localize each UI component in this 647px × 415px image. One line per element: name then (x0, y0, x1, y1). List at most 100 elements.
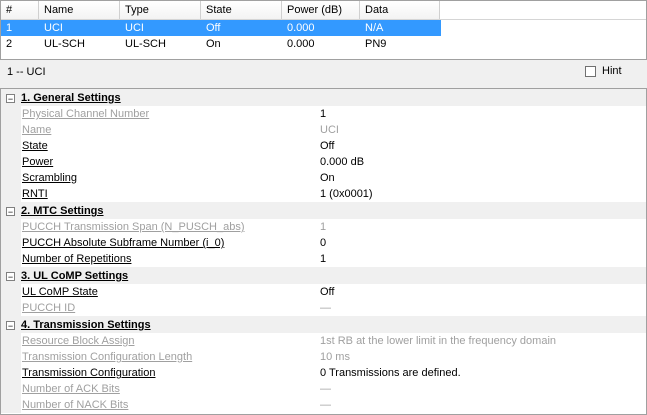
row-gutter (1, 397, 21, 413)
property-row-pucch-absolute-subframe[interactable]: PUCCH Absolute Subframe Number (i_0) 0 (1, 235, 646, 251)
cell-power: 0.000 (287, 22, 315, 34)
row-gutter (1, 381, 21, 397)
property-row-transmission-configuration-length[interactable]: Transmission Configuration Length 10 ms (1, 349, 646, 365)
cell-number: 2 (6, 38, 13, 50)
row-gutter (1, 154, 21, 170)
property-value[interactable]: 1 (0x0001) (300, 186, 646, 202)
property-name: Transmission Configuration (22, 367, 156, 379)
table-header: # Name Type State Power (dB) Data (1, 1, 646, 20)
property-value: — (320, 302, 331, 314)
cell-type: UCI (125, 22, 144, 34)
cell-state: On (206, 38, 221, 50)
row-selection-highlight: 1 UCI UCI Off 0.000 N/A (1, 20, 441, 36)
property-row-number-of-repetitions[interactable]: Number of Repetitions 1 (1, 251, 646, 267)
row-gutter (1, 235, 21, 251)
property-value: — (320, 399, 331, 411)
property-row-name[interactable]: Name UCI (1, 122, 646, 138)
property-value: — (320, 383, 331, 395)
table-row[interactable]: 1 UCI UCI Off 0.000 N/A (1, 20, 646, 36)
category-general-settings[interactable]: − 1. General Settings (1, 89, 646, 106)
row-gutter (1, 349, 21, 365)
row-gutter (1, 170, 21, 186)
property-row-pucch-id[interactable]: PUCCH ID — (1, 300, 646, 316)
row-gutter (1, 300, 21, 316)
property-name: Physical Channel Number (22, 108, 150, 120)
property-row-scrambling[interactable]: Scrambling On (1, 170, 646, 186)
property-name: Resource Block Assign (22, 335, 135, 347)
property-row-state[interactable]: State Off (1, 138, 646, 154)
property-row-ul-comp-state[interactable]: UL CoMP State Off (1, 284, 646, 300)
hint-toggle[interactable]: Hint (585, 65, 622, 77)
row-empty-area (441, 20, 646, 36)
row-gutter (1, 186, 21, 202)
column-header-state[interactable]: State (201, 1, 282, 19)
collapse-icon[interactable]: − (6, 93, 15, 103)
column-header-power[interactable]: Power (dB) (282, 1, 360, 19)
cell-type: UL-SCH (125, 38, 166, 50)
property-value[interactable]: Off (300, 284, 646, 300)
cell-name: UL-SCH (44, 38, 85, 50)
property-name: RNTI (22, 188, 48, 200)
collapse-icon[interactable]: − (6, 206, 15, 216)
property-grid: − 1. General Settings Physical Channel N… (0, 88, 647, 415)
property-name: Number of ACK Bits (22, 383, 120, 395)
property-name: Scrambling (22, 172, 78, 184)
selected-channel-caption: 1 -- UCI (7, 66, 46, 78)
cell-state: Off (206, 22, 221, 34)
property-row-transmission-configuration[interactable]: Transmission Configuration 0 Transmissio… (1, 365, 646, 381)
property-value: UCI (320, 124, 339, 136)
property-name: State (22, 140, 48, 152)
property-name: Transmission Configuration Length (22, 351, 193, 363)
cell-data: N/A (365, 22, 384, 34)
property-value[interactable]: 0 (300, 235, 646, 251)
category-title: 4. Transmission Settings (21, 319, 151, 331)
channel-table: # Name Type State Power (dB) Data 1 UCI … (0, 0, 647, 60)
cell-number: 1 (6, 22, 13, 34)
cell-power: 0.000 (287, 38, 315, 50)
row-gutter (1, 251, 21, 267)
property-name: Number of NACK Bits (22, 399, 129, 411)
category-ul-comp-settings[interactable]: − 3. UL CoMP Settings (1, 267, 646, 284)
category-transmission-settings[interactable]: − 4. Transmission Settings (1, 316, 646, 333)
property-value[interactable]: On (300, 170, 646, 186)
row-gutter (1, 138, 21, 154)
row-gutter (1, 219, 21, 235)
collapse-icon[interactable]: − (6, 271, 15, 281)
column-header-type[interactable]: Type (120, 1, 201, 19)
table-row[interactable]: 2 UL-SCH UL-SCH On 0.000 PN9 (1, 36, 646, 52)
category-title: 2. MTC Settings (21, 205, 104, 217)
property-row-number-of-nack-bits[interactable]: Number of NACK Bits — (1, 397, 646, 413)
property-row-power[interactable]: Power 0.000 dB (1, 154, 646, 170)
row-gutter (1, 333, 21, 349)
cell-data: PN9 (365, 38, 387, 50)
hint-checkbox[interactable] (585, 65, 596, 77)
property-value[interactable]: Off (300, 138, 646, 154)
collapse-icon[interactable]: − (6, 320, 15, 330)
row-gutter (1, 106, 21, 122)
property-name: PUCCH ID (22, 302, 76, 314)
property-row-rnti[interactable]: RNTI 1 (0x0001) (1, 186, 646, 202)
property-row-physical-channel-number[interactable]: Physical Channel Number 1 (1, 106, 646, 122)
property-name: PUCCH Transmission Span (N_PUSCH_abs) (22, 221, 245, 233)
row-gutter (1, 365, 21, 381)
column-header-data[interactable]: Data (360, 1, 440, 19)
property-row-resource-block-assign[interactable]: Resource Block Assign 1st RB at the lowe… (1, 333, 646, 349)
property-value[interactable]: 1 (300, 106, 646, 122)
category-mtc-settings[interactable]: − 2. MTC Settings (1, 202, 646, 219)
column-header-name[interactable]: Name (39, 1, 120, 19)
hint-label: Hint (602, 65, 622, 77)
property-value[interactable]: 0.000 dB (300, 154, 646, 170)
property-row-number-of-ack-bits[interactable]: Number of ACK Bits — (1, 381, 646, 397)
category-title: 1. General Settings (21, 92, 121, 104)
row-gutter (1, 122, 21, 138)
property-value: 10 ms (320, 351, 350, 363)
column-header-number[interactable]: # (1, 1, 39, 19)
property-row-pucch-transmission-span[interactable]: PUCCH Transmission Span (N_PUSCH_abs) 1 (1, 219, 646, 235)
property-value[interactable]: 0 Transmissions are defined. (300, 365, 646, 381)
property-name: UL CoMP State (22, 286, 98, 298)
property-value[interactable]: 1 (300, 251, 646, 267)
cell-name: UCI (44, 22, 63, 34)
property-name: Name (22, 124, 52, 136)
property-name: Power (22, 156, 54, 168)
category-title: 3. UL CoMP Settings (21, 270, 129, 282)
